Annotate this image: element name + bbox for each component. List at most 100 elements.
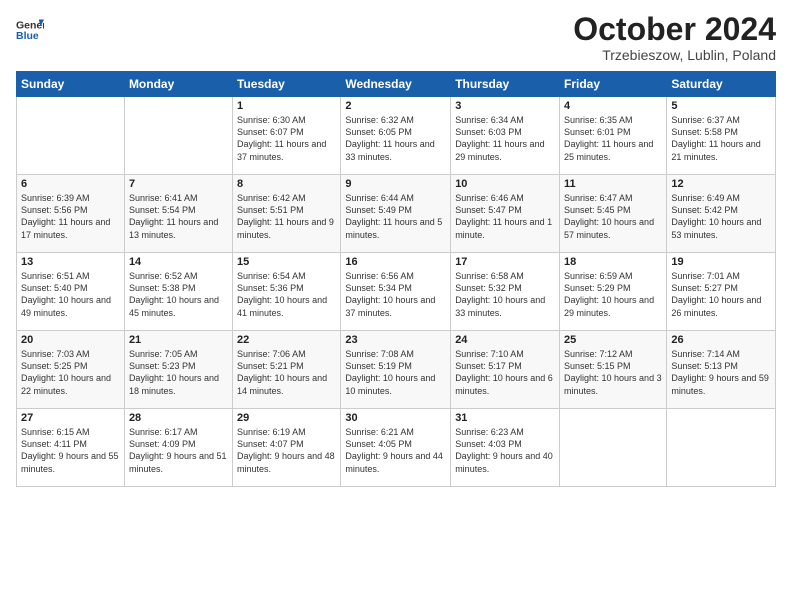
- day-number: 28: [129, 412, 228, 424]
- day-info: Sunrise: 6:56 AMSunset: 5:34 PMDaylight:…: [345, 270, 446, 319]
- table-row: 23 Sunrise: 7:08 AMSunset: 5:19 PMDayligh…: [341, 331, 451, 409]
- table-row: 31Sunrise: 6:23 AMSunset: 4:03 PMDayligh…: [451, 409, 560, 487]
- day-number: 2: [345, 100, 446, 112]
- title-block: October 2024 Trzebieszow, Lublin, Poland: [573, 12, 776, 63]
- day-info: Sunrise: 6:35 AMSunset: 6:01 PMDaylight:…: [564, 114, 662, 163]
- table-row: 5Sunrise: 6:37 AMSunset: 5:58 PMDaylight…: [667, 97, 776, 175]
- day-number: 20: [21, 334, 120, 346]
- table-row: 15 Sunrise: 6:54 AMSunset: 5:36 PMDayligh…: [233, 253, 341, 331]
- day-info: Sunrise: 6:32 AMSunset: 6:05 PMDaylight:…: [345, 114, 446, 163]
- day-number: 1: [237, 100, 336, 112]
- day-info: Sunrise: 6:42 AMSunset: 5:51 PMDaylight:…: [237, 192, 336, 241]
- day-number: 6: [21, 178, 120, 190]
- table-row: 25 Sunrise: 7:12 AMSunset: 5:15 PMDayligh…: [560, 331, 667, 409]
- table-row: 30 Sunrise: 6:21 AMSunset: 4:05 PMDayligh…: [341, 409, 451, 487]
- table-row: 9 Sunrise: 6:44 AMSunset: 5:49 PMDaylight…: [341, 175, 451, 253]
- day-number: 26: [671, 334, 771, 346]
- table-row: 11 Sunrise: 6:47 AMSunset: 5:45 PMDayligh…: [560, 175, 667, 253]
- table-row: 29Sunrise: 6:19 AMSunset: 4:07 PMDayligh…: [233, 409, 341, 487]
- day-info: Sunrise: 6:51 AMSunset: 5:40 PMDaylight:…: [21, 270, 120, 319]
- day-number: 22: [237, 334, 336, 346]
- table-row: 24 Sunrise: 7:10 AMSunset: 5:17 PMDayligh…: [451, 331, 560, 409]
- day-number: 30: [345, 412, 446, 424]
- day-number: 21: [129, 334, 228, 346]
- day-number: 13: [21, 256, 120, 268]
- table-row: 2 Sunrise: 6:32 AMSunset: 6:05 PMDaylight…: [341, 97, 451, 175]
- day-info: Sunrise: 6:46 AMSunset: 5:47 PMDaylight:…: [455, 192, 555, 241]
- day-info: Sunrise: 7:08 AMSunset: 5:19 PMDaylight:…: [345, 348, 446, 397]
- table-row: 7 Sunrise: 6:41 AMSunset: 5:54 PMDaylight…: [124, 175, 232, 253]
- day-info: Sunrise: 7:14 AMSunset: 5:13 PMDaylight:…: [671, 348, 771, 397]
- day-number: 15: [237, 256, 336, 268]
- calendar-week-3: 13 Sunrise: 6:51 AMSunset: 5:40 PMDayligh…: [17, 253, 776, 331]
- header-wednesday: Wednesday: [341, 72, 451, 97]
- table-row: 21 Sunrise: 7:05 AMSunset: 5:23 PMDayligh…: [124, 331, 232, 409]
- day-number: 27: [21, 412, 120, 424]
- header-sunday: Sunday: [17, 72, 125, 97]
- calendar: Sunday Monday Tuesday Wednesday Thursday…: [16, 71, 776, 487]
- table-row: 16 Sunrise: 6:56 AMSunset: 5:34 PMDayligh…: [341, 253, 451, 331]
- day-info: Sunrise: 6:58 AMSunset: 5:32 PMDaylight:…: [455, 270, 555, 319]
- header: General Blue October 2024 Trzebieszow, L…: [16, 12, 776, 63]
- day-info: Sunrise: 6:41 AMSunset: 5:54 PMDaylight:…: [129, 192, 228, 241]
- day-number: 7: [129, 178, 228, 190]
- day-info: Sunrise: 6:39 AMSunset: 5:56 PMDaylight:…: [21, 192, 120, 241]
- day-info: Sunrise: 7:10 AMSunset: 5:17 PMDaylight:…: [455, 348, 555, 397]
- table-row: 22 Sunrise: 7:06 AMSunset: 5:21 PMDayligh…: [233, 331, 341, 409]
- day-number: 17: [455, 256, 555, 268]
- header-tuesday: Tuesday: [233, 72, 341, 97]
- table-row: 20Sunrise: 7:03 AMSunset: 5:25 PMDayligh…: [17, 331, 125, 409]
- day-number: 8: [237, 178, 336, 190]
- logo-icon: General Blue: [16, 16, 44, 44]
- calendar-week-4: 20Sunrise: 7:03 AMSunset: 5:25 PMDayligh…: [17, 331, 776, 409]
- table-row: 1 Sunrise: 6:30 AMSunset: 6:07 PMDaylight…: [233, 97, 341, 175]
- table-row: 17 Sunrise: 6:58 AMSunset: 5:32 PMDayligh…: [451, 253, 560, 331]
- day-info: Sunrise: 6:52 AMSunset: 5:38 PMDaylight:…: [129, 270, 228, 319]
- day-info: Sunrise: 6:21 AMSunset: 4:05 PMDaylight:…: [345, 426, 446, 475]
- day-info: Sunrise: 7:05 AMSunset: 5:23 PMDaylight:…: [129, 348, 228, 397]
- day-number: 12: [671, 178, 771, 190]
- calendar-week-1: 1 Sunrise: 6:30 AMSunset: 6:07 PMDaylight…: [17, 97, 776, 175]
- day-info: Sunrise: 6:54 AMSunset: 5:36 PMDaylight:…: [237, 270, 336, 319]
- table-row: [667, 409, 776, 487]
- table-row: [560, 409, 667, 487]
- day-number: 16: [345, 256, 446, 268]
- table-row: [17, 97, 125, 175]
- day-number: 9: [345, 178, 446, 190]
- month-title: October 2024: [573, 12, 776, 47]
- day-number: 19: [671, 256, 771, 268]
- table-row: 6 Sunrise: 6:39 AMSunset: 5:56 PMDaylight…: [17, 175, 125, 253]
- day-info: Sunrise: 6:37 AMSunset: 5:58 PMDaylight:…: [671, 114, 771, 163]
- table-row: 19Sunrise: 7:01 AMSunset: 5:27 PMDayligh…: [667, 253, 776, 331]
- day-number: 18: [564, 256, 662, 268]
- day-number: 24: [455, 334, 555, 346]
- day-number: 14: [129, 256, 228, 268]
- day-info: Sunrise: 6:49 AMSunset: 5:42 PMDaylight:…: [671, 192, 771, 241]
- day-number: 23: [345, 334, 446, 346]
- day-info: Sunrise: 6:15 AMSunset: 4:11 PMDaylight:…: [21, 426, 120, 475]
- logo: General Blue: [16, 16, 44, 44]
- day-info: Sunrise: 6:34 AMSunset: 6:03 PMDaylight:…: [455, 114, 555, 163]
- day-info: Sunrise: 6:44 AMSunset: 5:49 PMDaylight:…: [345, 192, 446, 241]
- table-row: 10Sunrise: 6:46 AMSunset: 5:47 PMDayligh…: [451, 175, 560, 253]
- calendar-week-5: 27 Sunrise: 6:15 AMSunset: 4:11 PMDayligh…: [17, 409, 776, 487]
- calendar-week-2: 6 Sunrise: 6:39 AMSunset: 5:56 PMDaylight…: [17, 175, 776, 253]
- day-info: Sunrise: 6:47 AMSunset: 5:45 PMDaylight:…: [564, 192, 662, 241]
- table-row: 18Sunrise: 6:59 AMSunset: 5:29 PMDayligh…: [560, 253, 667, 331]
- table-row: 4 Sunrise: 6:35 AMSunset: 6:01 PMDaylight…: [560, 97, 667, 175]
- table-row: 26 Sunrise: 7:14 AMSunset: 5:13 PMDayligh…: [667, 331, 776, 409]
- header-monday: Monday: [124, 72, 232, 97]
- table-row: [124, 97, 232, 175]
- day-info: Sunrise: 7:12 AMSunset: 5:15 PMDaylight:…: [564, 348, 662, 397]
- day-number: 25: [564, 334, 662, 346]
- day-number: 11: [564, 178, 662, 190]
- day-info: Sunrise: 7:06 AMSunset: 5:21 PMDaylight:…: [237, 348, 336, 397]
- day-info: Sunrise: 6:30 AMSunset: 6:07 PMDaylight:…: [237, 114, 336, 163]
- table-row: 27 Sunrise: 6:15 AMSunset: 4:11 PMDayligh…: [17, 409, 125, 487]
- location: Trzebieszow, Lublin, Poland: [573, 47, 776, 63]
- table-row: 8 Sunrise: 6:42 AMSunset: 5:51 PMDaylight…: [233, 175, 341, 253]
- day-number: 29: [237, 412, 336, 424]
- day-number: 4: [564, 100, 662, 112]
- table-row: 13 Sunrise: 6:51 AMSunset: 5:40 PMDayligh…: [17, 253, 125, 331]
- day-number: 31: [455, 412, 555, 424]
